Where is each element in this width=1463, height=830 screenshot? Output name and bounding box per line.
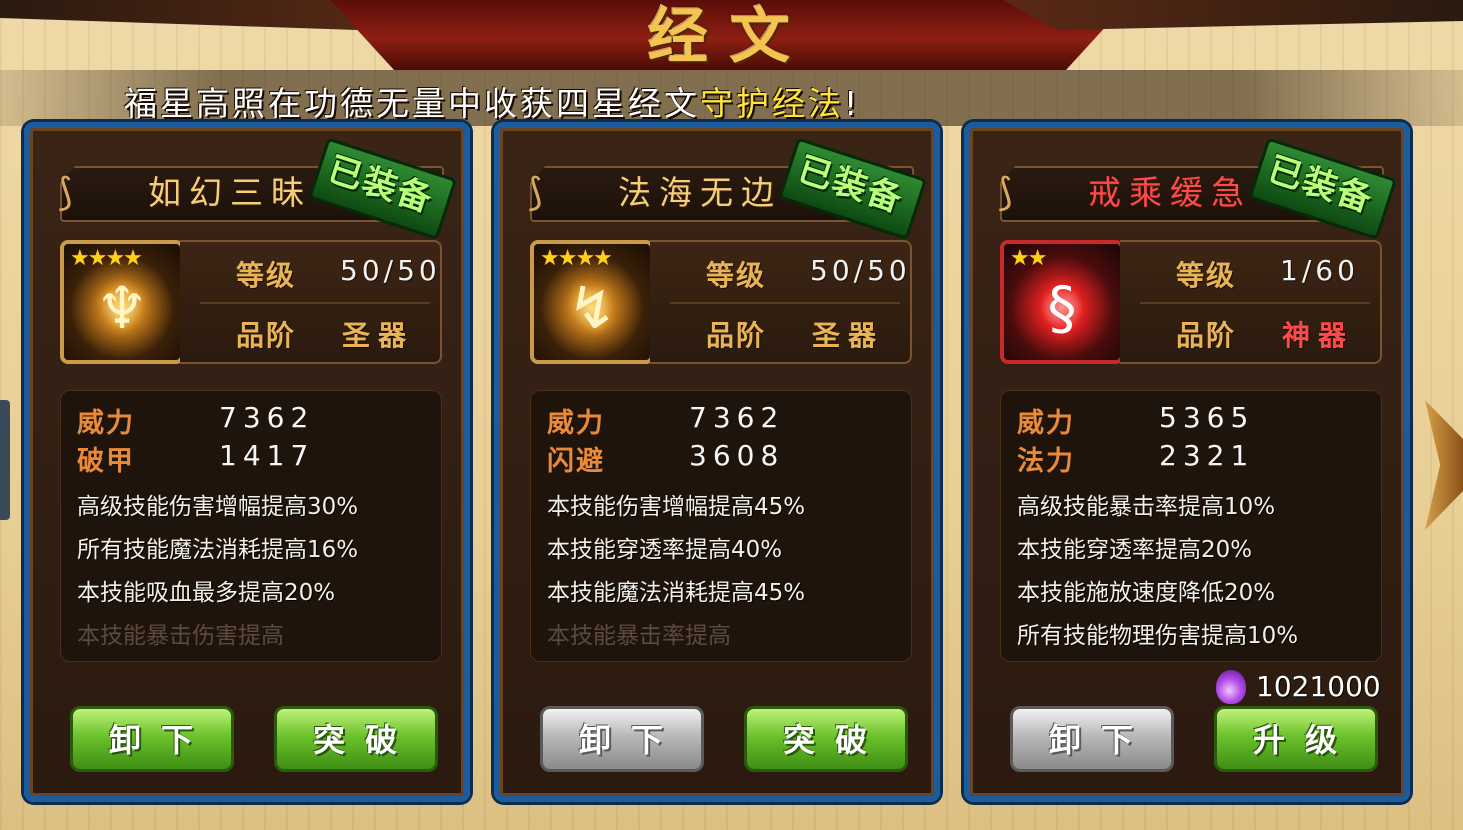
effect-line: 本技能吸血最多提高20% xyxy=(77,580,336,606)
locked-effect-line: 本技能暴击率提高 xyxy=(547,623,731,649)
level-value: 50/50 xyxy=(810,254,911,287)
upgrade-button[interactable]: 升级 xyxy=(1214,706,1378,772)
upgrade-cost: 1021000 xyxy=(1216,668,1381,706)
blade-glow-icon: ↯ xyxy=(567,274,617,342)
star-rating: ★★★★ xyxy=(70,246,143,271)
stat-label: 威力 xyxy=(77,408,135,439)
scripture-card-2: ⟆ 法海无边 已装备 ★★★★ ↯ 等级 50/50 品阶 圣器 威力 7362… xyxy=(494,122,940,802)
effect-line: 本技能施放速度降低20% xyxy=(1017,580,1276,606)
star-rating: ★★★★ xyxy=(540,246,613,271)
scripture-card-3: ⟆ 戒乘缓急 已装备 ★★ § 等级 1/60 品阶 神器 威力 5365 法力… xyxy=(964,122,1410,802)
stat-label: 法力 xyxy=(1017,446,1075,477)
equipped-badge: 已装备 xyxy=(775,120,928,248)
equipped-badge: 已装备 xyxy=(305,120,458,248)
stat-label: 威力 xyxy=(547,408,605,439)
scripture-icon[interactable]: ★★★★ ♆ xyxy=(60,240,184,364)
notice-suffix: ! xyxy=(844,84,861,123)
effect-line: 所有技能魔法消耗提高16% xyxy=(77,537,359,563)
scripture-icon[interactable]: ★★★★ ↯ xyxy=(530,240,654,364)
quality-label: 品阶 xyxy=(706,319,767,352)
effect-line: 所有技能物理伤害提高10% xyxy=(1017,623,1299,649)
effect-line: 本技能魔法消耗提高45% xyxy=(547,580,806,606)
purple-flame-icon xyxy=(1216,670,1246,704)
page-title: 经文 xyxy=(648,2,812,72)
scroll-ornament-icon: ⟆ xyxy=(528,170,543,214)
effect-line: 高级技能暴击率提高10% xyxy=(1017,494,1276,520)
level-label: 等级 xyxy=(236,259,297,292)
notice-highlight: 守护经法 xyxy=(700,84,844,123)
stats-panel: 威力 5365 法力 2321 高级技能暴击率提高10% 本技能穿透率提高20%… xyxy=(1000,390,1382,662)
breakthrough-button[interactable]: 突破 xyxy=(274,706,438,772)
stat-value: 7362 xyxy=(219,401,315,434)
stat-label: 闪避 xyxy=(547,446,605,477)
scripture-card-1: ⟆ 如幻三昧 已装备 ★★★★ ♆ 等级 50/50 品阶 圣器 威力 7362… xyxy=(24,122,470,802)
notice-prefix: 福星高照在功德无量中收获四星经文 xyxy=(124,84,700,123)
stat-value: 5365 xyxy=(1159,401,1255,434)
red-swirl-icon: § xyxy=(1047,274,1077,342)
scripture-icon[interactable]: ★★ § xyxy=(1000,240,1124,364)
cost-value: 1021000 xyxy=(1256,670,1381,703)
info-panel: 等级 50/50 品阶 圣器 xyxy=(180,240,442,364)
quality-value: 圣器 xyxy=(342,319,415,352)
level-label: 等级 xyxy=(1176,259,1237,292)
unequip-button[interactable]: 卸下 xyxy=(1010,706,1174,772)
stats-panel: 威力 7362 闪避 3608 本技能伤害增幅提高45% 本技能穿透率提高40%… xyxy=(530,390,912,662)
notice-text: 福星高照在功德无量中收获四星经文守护经法! xyxy=(124,77,860,125)
stat-value: 2321 xyxy=(1159,439,1255,472)
info-panel: 等级 1/60 品阶 神器 xyxy=(1120,240,1382,364)
stat-value: 1417 xyxy=(219,439,315,472)
effect-line: 本技能伤害增幅提高45% xyxy=(547,494,806,520)
effect-line: 本技能穿透率提高20% xyxy=(1017,537,1253,563)
level-value: 50/50 xyxy=(340,254,441,287)
prev-page-arrow[interactable] xyxy=(0,400,10,520)
effect-line: 本技能穿透率提高40% xyxy=(547,537,783,563)
divider xyxy=(200,302,430,304)
trident-glow-icon: ♆ xyxy=(96,274,148,342)
scroll-ornament-icon: ⟆ xyxy=(58,170,73,214)
quality-label: 品阶 xyxy=(1176,319,1237,352)
breakthrough-button[interactable]: 突破 xyxy=(744,706,908,772)
next-page-arrow[interactable] xyxy=(1425,400,1463,530)
unequip-button[interactable]: 卸下 xyxy=(540,706,704,772)
unequip-button[interactable]: 卸下 xyxy=(70,706,234,772)
level-value: 1/60 xyxy=(1280,254,1359,287)
divider xyxy=(670,302,900,304)
header-decoration-right xyxy=(1003,0,1463,30)
effect-line: 高级技能伤害增幅提高30% xyxy=(77,494,359,520)
stat-value: 3608 xyxy=(689,439,785,472)
star-rating: ★★ xyxy=(1010,246,1047,271)
quality-value: 圣器 xyxy=(812,319,885,352)
stats-panel: 威力 7362 破甲 1417 高级技能伤害增幅提高30% 所有技能魔法消耗提高… xyxy=(60,390,442,662)
equipped-badge: 已装备 xyxy=(1245,120,1398,248)
quality-label: 品阶 xyxy=(236,319,297,352)
level-label: 等级 xyxy=(706,259,767,292)
locked-effect-line: 本技能暴击伤害提高 xyxy=(77,623,284,649)
stat-value: 7362 xyxy=(689,401,785,434)
scroll-ornament-icon: ⟆ xyxy=(998,170,1013,214)
info-panel: 等级 50/50 品阶 圣器 xyxy=(650,240,912,364)
stat-label: 破甲 xyxy=(77,446,135,477)
stat-label: 威力 xyxy=(1017,408,1075,439)
divider xyxy=(1140,302,1370,304)
quality-value: 神器 xyxy=(1282,319,1355,352)
